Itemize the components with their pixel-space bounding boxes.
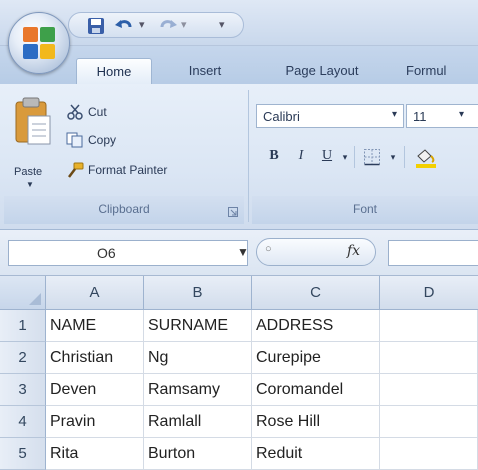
table-cell[interactable]: Rita bbox=[46, 438, 144, 470]
office-logo-icon bbox=[23, 27, 57, 61]
table-cell[interactable]: SURNAME bbox=[144, 310, 252, 342]
undo-icon[interactable] bbox=[115, 17, 135, 35]
select-all-icon bbox=[29, 293, 41, 305]
table-cell[interactable] bbox=[380, 374, 478, 406]
office-button[interactable] bbox=[8, 12, 70, 74]
font-name-dropdown-icon: ▾ bbox=[391, 109, 397, 120]
column-header-a[interactable]: A bbox=[46, 276, 144, 310]
column-header-row: A B C D bbox=[0, 276, 478, 310]
insert-function-button[interactable]: ○ fx bbox=[256, 238, 376, 266]
table-cell[interactable]: Ramlall bbox=[144, 406, 252, 438]
font-group-label: Font bbox=[252, 196, 478, 224]
fill-color-icon bbox=[416, 149, 436, 168]
cancel-entry-icon[interactable]: ○ bbox=[265, 243, 272, 255]
formula-bar: O6 ▼ ○ fx bbox=[0, 230, 478, 276]
table-cell[interactable]: Coromandel bbox=[252, 374, 380, 406]
font-name-value: Calibri bbox=[263, 109, 300, 124]
row-header[interactable]: 3 bbox=[0, 374, 46, 406]
redo-dropdown-icon[interactable]: ▾ bbox=[181, 18, 187, 31]
select-all-button[interactable] bbox=[0, 276, 46, 310]
table-cell[interactable]: Curepipe bbox=[252, 342, 380, 374]
column-header-d[interactable]: D bbox=[380, 276, 478, 310]
copy-icon bbox=[66, 132, 84, 148]
borders-icon bbox=[364, 149, 380, 166]
worksheet-grid: A B C D 1 NAME SURNAME ADDRESS 2 Christi… bbox=[0, 276, 478, 470]
column-header-b[interactable]: B bbox=[144, 276, 252, 310]
table-cell[interactable]: NAME bbox=[46, 310, 144, 342]
font-size-select[interactable]: 11 ▾ bbox=[406, 104, 478, 128]
italic-button[interactable]: I bbox=[290, 144, 312, 170]
row-header[interactable]: 2 bbox=[0, 342, 46, 374]
undo-dropdown-icon[interactable]: ▾ bbox=[139, 18, 145, 31]
borders-dropdown-icon[interactable]: ▾ bbox=[386, 144, 400, 170]
table-cell[interactable]: Reduit bbox=[252, 438, 380, 470]
name-box-dropdown-icon[interactable]: ▼ bbox=[237, 245, 249, 259]
fx-icon: fx bbox=[347, 243, 361, 259]
row-header[interactable]: 1 bbox=[0, 310, 46, 342]
table-cell[interactable]: Pravin bbox=[46, 406, 144, 438]
font-name-select[interactable]: Calibri ▾ bbox=[256, 104, 404, 128]
copy-label: Copy bbox=[88, 133, 117, 147]
name-box[interactable]: O6 ▼ bbox=[8, 240, 249, 266]
paste-icon[interactable] bbox=[14, 96, 52, 145]
format-painter-icon bbox=[66, 162, 84, 178]
table-cell[interactable]: Ng bbox=[144, 342, 252, 374]
tab-formulas[interactable]: Formul bbox=[406, 58, 478, 84]
font-size-value: 11 bbox=[413, 109, 427, 124]
cut-label: Cut bbox=[88, 105, 107, 119]
table-cell[interactable] bbox=[380, 342, 478, 374]
table-cell[interactable]: Rose Hill bbox=[252, 406, 380, 438]
ribbon-tabs: Home Insert Page Layout Formul bbox=[0, 46, 478, 84]
tab-insert[interactable]: Insert bbox=[172, 58, 238, 84]
borders-button[interactable] bbox=[360, 144, 384, 170]
column-header-c[interactable]: C bbox=[252, 276, 380, 310]
clipboard-group-label: Clipboard bbox=[4, 196, 244, 224]
table-cell[interactable]: Burton bbox=[144, 438, 252, 470]
paste-button[interactable]: Paste bbox=[14, 166, 42, 178]
underline-dropdown-icon[interactable]: ▾ bbox=[338, 144, 352, 170]
toolbar-divider bbox=[354, 146, 355, 168]
scissors-icon bbox=[66, 104, 84, 120]
table-cell[interactable]: Christian bbox=[46, 342, 144, 374]
format-painter-label: Format Painter bbox=[88, 163, 168, 177]
paste-dropdown-icon[interactable]: ▼ bbox=[26, 180, 34, 189]
font-size-dropdown-icon: ▾ bbox=[459, 109, 465, 120]
formula-input[interactable] bbox=[388, 240, 478, 266]
bold-button[interactable]: B bbox=[262, 144, 286, 170]
toolbar-divider bbox=[404, 146, 405, 168]
tab-page-layout[interactable]: Page Layout bbox=[266, 58, 378, 84]
fill-color-button[interactable] bbox=[412, 144, 440, 170]
format-painter-button[interactable]: Format Painter bbox=[66, 162, 167, 182]
underline-button[interactable]: U bbox=[316, 144, 338, 170]
ribbon-home: Paste ▼ Cut Copy Format Painter Clipboar… bbox=[0, 84, 478, 230]
customize-qat-icon[interactable]: ▾ bbox=[219, 18, 225, 31]
save-icon[interactable] bbox=[87, 17, 105, 35]
table-cell[interactable] bbox=[380, 310, 478, 342]
row-header[interactable]: 5 bbox=[0, 438, 46, 470]
table-cell[interactable]: Ramsamy bbox=[144, 374, 252, 406]
name-box-value: O6 bbox=[97, 245, 116, 261]
table-cell[interactable] bbox=[380, 438, 478, 470]
row-header[interactable]: 4 bbox=[0, 406, 46, 438]
group-separator bbox=[248, 90, 249, 222]
title-bar: ▾ ▾ ▾ bbox=[0, 0, 478, 46]
table-cell[interactable] bbox=[380, 406, 478, 438]
quick-access-toolbar: ▾ ▾ ▾ bbox=[68, 12, 244, 38]
copy-button[interactable]: Copy bbox=[66, 132, 116, 152]
clipboard-launcher-icon[interactable] bbox=[228, 204, 238, 217]
table-cell[interactable]: Deven bbox=[46, 374, 144, 406]
table-cell[interactable]: ADDRESS bbox=[252, 310, 380, 342]
cut-button[interactable]: Cut bbox=[66, 104, 107, 124]
tab-home[interactable]: Home bbox=[76, 58, 152, 84]
redo-icon[interactable] bbox=[157, 17, 177, 35]
